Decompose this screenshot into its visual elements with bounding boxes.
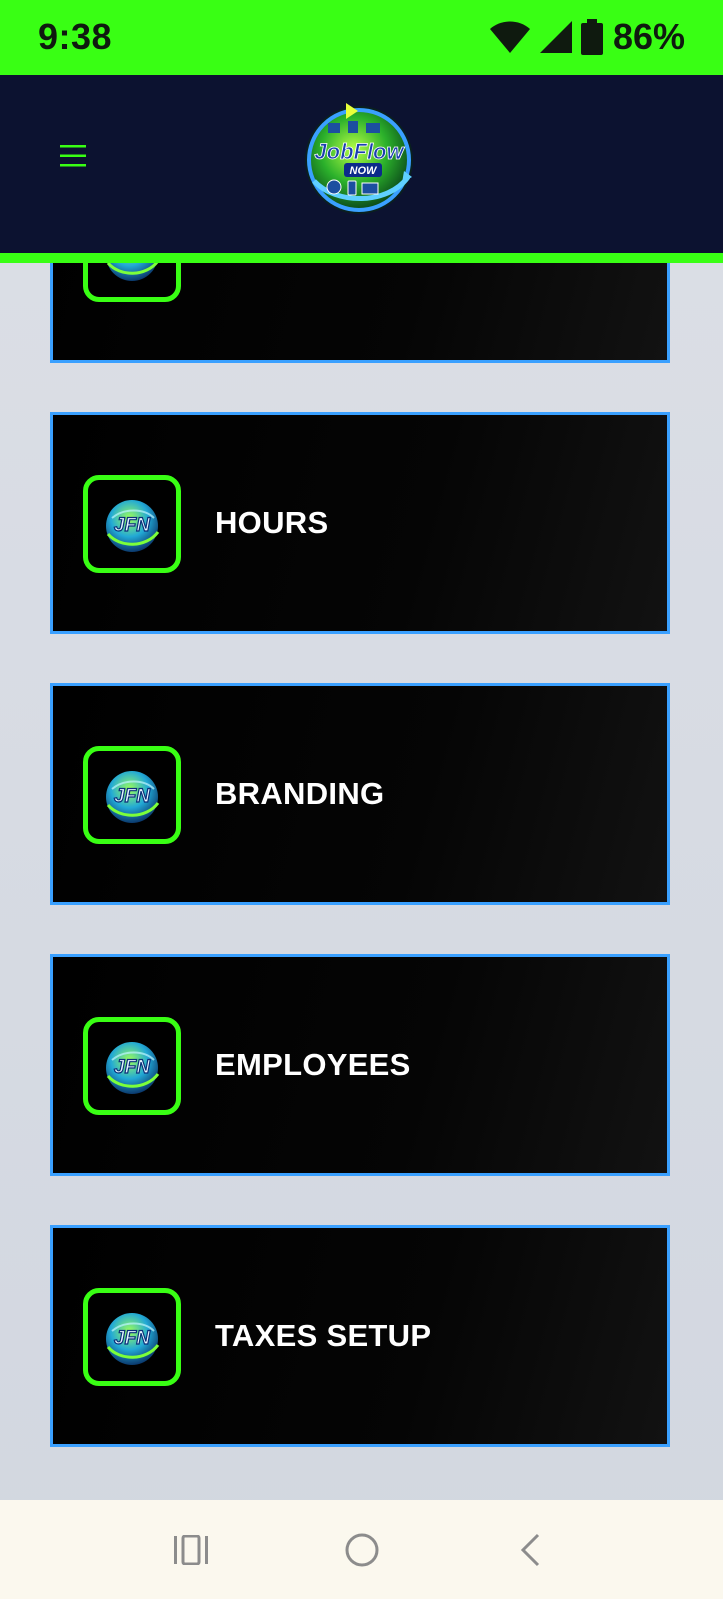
status-bar: 9:38 86% bbox=[0, 0, 723, 75]
jfn-logo-icon: JFN bbox=[106, 1042, 160, 1094]
settings-card[interactable]: JFN HOURS bbox=[50, 412, 670, 634]
home-icon bbox=[345, 1533, 379, 1567]
jfn-logo-icon: JFN bbox=[106, 500, 160, 552]
jfn-logo-icon: JFN bbox=[106, 771, 160, 823]
card-label: BRANDING bbox=[215, 776, 385, 811]
signal-icon bbox=[539, 21, 572, 53]
jfn-badge-text: JFN bbox=[114, 515, 151, 536]
card-label: EMPLOYEES bbox=[215, 1047, 411, 1082]
battery-percentage: 86% bbox=[612, 16, 685, 57]
jobflow-now-logo[interactable]: JobFlow NOW bbox=[296, 97, 422, 223]
back-button[interactable] bbox=[502, 1522, 558, 1578]
logo-text-jobflow: JobFlow bbox=[314, 139, 405, 164]
settings-card[interactable]: JFN BRANDING bbox=[50, 683, 670, 905]
card-icon-frame: JFN bbox=[83, 1288, 181, 1386]
settings-list[interactable]: JFNBUSINESSJFNHOURSJFNBRANDINGJFNEMPLOYE… bbox=[0, 253, 723, 1500]
jfn-logo-icon: JFN bbox=[106, 1313, 160, 1365]
card-icon-frame: JFN bbox=[83, 746, 181, 844]
battery-icon bbox=[580, 19, 603, 55]
hamburger-menu-icon bbox=[60, 145, 86, 167]
status-time: 9:38 bbox=[38, 16, 113, 57]
app-screen: 9:38 86% JobFlow NOW JFN HOURS JFN BRAND… bbox=[0, 0, 723, 1599]
settings-card[interactable]: JFN EMPLOYEES bbox=[50, 954, 670, 1176]
wifi-icon bbox=[489, 21, 530, 53]
card-icon-frame: JFN bbox=[83, 475, 181, 573]
app-header: JobFlow NOW bbox=[0, 75, 723, 263]
settings-card[interactable]: JFNBUSINESS bbox=[50, 253, 670, 363]
card-label: BUSINESS bbox=[215, 253, 376, 360]
jfn-badge-text: JFN bbox=[114, 1057, 151, 1078]
card-label: TAXES SETUP bbox=[215, 1318, 432, 1353]
navigation-bar bbox=[0, 1500, 723, 1599]
status-icons: 86% bbox=[489, 16, 685, 58]
recent-apps-button[interactable] bbox=[163, 1522, 219, 1578]
card-icon-frame: JFN bbox=[83, 1017, 181, 1115]
logo-text-now: NOW bbox=[350, 165, 379, 177]
recent-apps-icon bbox=[174, 1535, 208, 1565]
card-label: HOURS bbox=[215, 505, 329, 540]
menu-button[interactable] bbox=[50, 133, 96, 179]
jfn-badge-text: JFN bbox=[114, 1328, 151, 1349]
home-button[interactable] bbox=[334, 1522, 390, 1578]
back-icon bbox=[520, 1533, 540, 1567]
settings-card[interactable]: JFN TAXES SETUP bbox=[50, 1225, 670, 1447]
jfn-badge-text: JFN bbox=[114, 786, 151, 807]
